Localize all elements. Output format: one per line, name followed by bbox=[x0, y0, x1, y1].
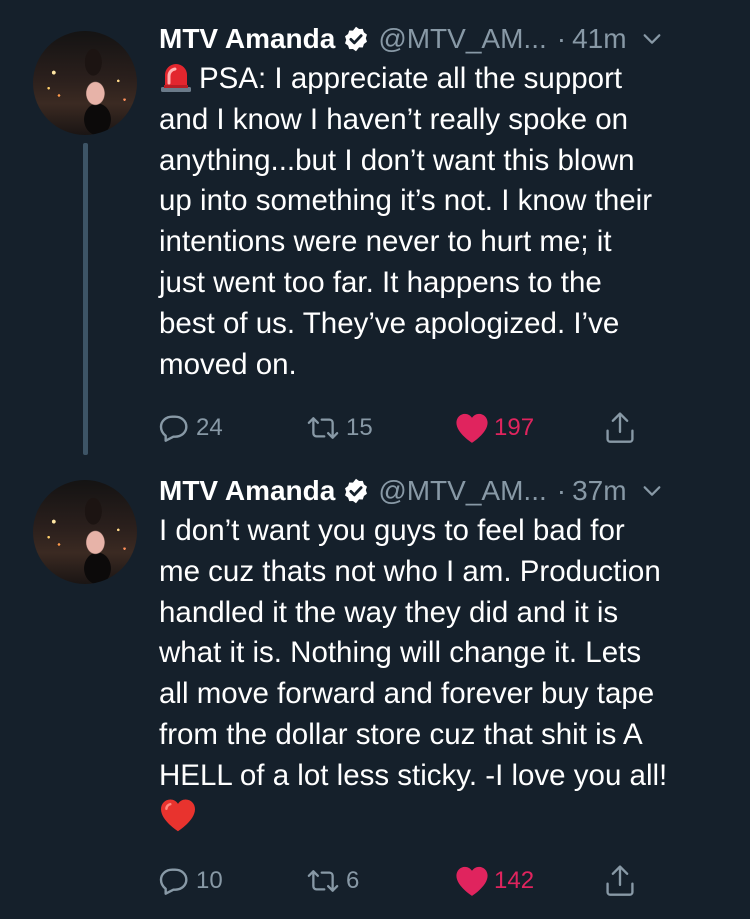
tweet-text-line: all move forward and forever buy tape bbox=[159, 677, 655, 711]
tweet-text-line: moved on. bbox=[159, 347, 297, 381]
heart-filled-icon bbox=[456, 866, 488, 896]
retweet-icon bbox=[307, 417, 339, 439]
tweet-text-line bbox=[159, 797, 729, 838]
author-handle[interactable]: @MTV_AM... bbox=[378, 23, 546, 55]
tweet-content: MTV Amanda @MTV_AM... · 37m I don’t want… bbox=[159, 472, 729, 837]
thread-connector-line bbox=[83, 143, 88, 455]
tweet-text-line: what it is. Nothing will change it. Lets bbox=[159, 636, 642, 670]
tweet-content: MTV Amanda @MTV_AM... · 41m PSA: I appre… bbox=[159, 20, 729, 385]
tweet-text-line: me cuz thats not who I am. Production bbox=[159, 554, 661, 588]
avatar[interactable] bbox=[33, 480, 137, 584]
timestamp[interactable]: 37m bbox=[572, 475, 626, 507]
timestamp[interactable]: 41m bbox=[572, 23, 626, 55]
author-handle[interactable]: @MTV_AM... bbox=[378, 475, 546, 507]
retweet-button[interactable]: 15 bbox=[305, 408, 373, 448]
share-button[interactable] bbox=[604, 861, 636, 901]
reply-icon bbox=[159, 868, 188, 895]
avatar[interactable] bbox=[33, 31, 137, 135]
heart-filled-icon bbox=[456, 413, 488, 443]
reply-count: 24 bbox=[196, 414, 223, 441]
retweet-icon bbox=[307, 870, 339, 892]
chevron-down-icon[interactable] bbox=[641, 480, 663, 502]
separator-dot: · bbox=[556, 475, 567, 506]
tweet[interactable]: MTV Amanda @MTV_AM... · 41m PSA: I appre… bbox=[0, 0, 750, 460]
share-icon bbox=[606, 412, 634, 443]
share-icon bbox=[606, 865, 634, 896]
tweet-text-line: best of us. They’ve apologized. I’ve bbox=[159, 306, 620, 340]
reply-button[interactable]: 24 bbox=[159, 408, 223, 448]
chevron-down-icon[interactable] bbox=[641, 28, 663, 50]
tweet-text-line: HELL of a lot less sticky. -I love you a… bbox=[159, 758, 668, 792]
tweet-text-line: up into something it’s not. I know their bbox=[159, 184, 653, 218]
tweet-text-line: just went too far. It happens to the bbox=[159, 265, 602, 299]
tweet-header: MTV Amanda @MTV_AM... · 37m bbox=[159, 472, 729, 510]
like-button[interactable]: 142 bbox=[455, 861, 534, 901]
separator-dot: · bbox=[556, 23, 567, 54]
tweet-text-line-text: PSA: I appreciate all the support bbox=[199, 62, 623, 95]
reply-count: 10 bbox=[196, 867, 223, 894]
verified-badge-icon bbox=[345, 26, 368, 52]
reply-button[interactable]: 10 bbox=[159, 861, 223, 901]
tweet-header: MTV Amanda @MTV_AM... · 41m bbox=[159, 20, 729, 58]
tweet-text-line: PSA: I appreciate all the support bbox=[159, 59, 729, 100]
red-heart-emoji-icon bbox=[161, 799, 195, 831]
like-count: 142 bbox=[494, 867, 535, 894]
retweet-count: 15 bbox=[346, 414, 373, 441]
tweet-text-line: anything...but I don’t want this blown bbox=[159, 143, 635, 177]
tweet-actions: 24 15 197 bbox=[159, 408, 729, 448]
tweet-text-line: from the dollar store cuz that shit is A bbox=[159, 717, 643, 751]
author-name[interactable]: MTV Amanda bbox=[159, 475, 335, 507]
author-name[interactable]: MTV Amanda bbox=[159, 23, 335, 55]
share-button[interactable] bbox=[604, 408, 636, 448]
tweet-text-line: I don’t want you guys to feel bad for bbox=[159, 514, 625, 547]
tweet-text-line: and I know I haven’t really spoke on bbox=[159, 102, 629, 136]
reply-icon bbox=[159, 415, 188, 442]
retweet-button[interactable]: 6 bbox=[305, 861, 359, 901]
tweet-actions: 10 6 142 bbox=[159, 861, 729, 901]
police-light-emoji-icon bbox=[161, 64, 191, 92]
tweet-text-line: intentions were never to hurt me; it bbox=[159, 225, 612, 259]
like-button[interactable]: 197 bbox=[455, 408, 534, 448]
tweet-text-line: handled it the way they did and it is bbox=[159, 595, 619, 629]
tweet[interactable]: MTV Amanda @MTV_AM... · 37m I don’t want… bbox=[0, 460, 750, 919]
verified-badge-icon bbox=[345, 478, 368, 504]
retweet-count: 6 bbox=[346, 867, 360, 894]
tweet-text: I don’t want you guys to feel bad for me… bbox=[159, 511, 729, 837]
tweet-text: PSA: I appreciate all the support and I … bbox=[159, 59, 729, 385]
like-count: 197 bbox=[494, 414, 535, 441]
